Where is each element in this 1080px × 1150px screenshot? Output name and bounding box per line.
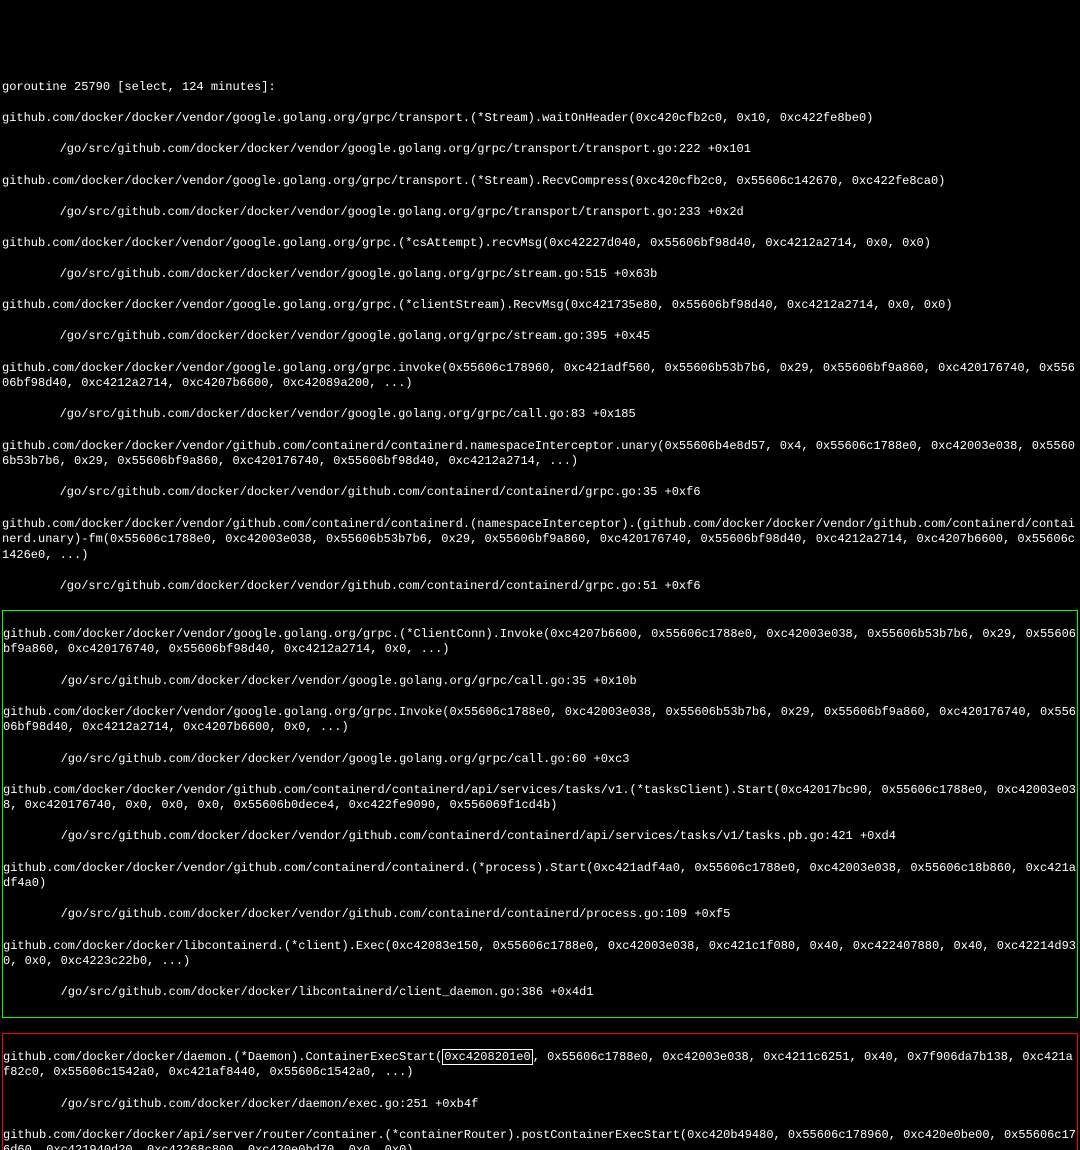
stack-line: /go/src/github.com/docker/docker/vendor/… (2, 485, 1078, 501)
highlighted-block-green: github.com/docker/docker/vendor/google.g… (2, 610, 1078, 1017)
stack-line: /go/src/github.com/docker/docker/vendor/… (3, 907, 1077, 923)
stack-line: github.com/docker/docker/vendor/google.g… (2, 361, 1078, 392)
stack-line: /go/src/github.com/docker/docker/vendor/… (3, 674, 1077, 690)
highlighted-block-red: github.com/docker/docker/daemon.(*Daemon… (2, 1033, 1078, 1150)
stack-line: /go/src/github.com/docker/docker/vendor/… (2, 407, 1078, 423)
stack-line: github.com/docker/docker/vendor/github.c… (2, 439, 1078, 470)
stack-line: /go/src/github.com/docker/docker/vendor/… (2, 205, 1078, 221)
stack-line: /go/src/github.com/docker/docker/libcont… (3, 985, 1077, 1001)
stack-line: github.com/docker/docker/vendor/google.g… (2, 298, 1078, 314)
stack-line: github.com/docker/docker/vendor/github.c… (2, 517, 1078, 564)
stack-line: /go/src/github.com/docker/docker/daemon/… (3, 1097, 1077, 1113)
stack-line: github.com/docker/docker/libcontainerd.(… (3, 939, 1077, 970)
text-prefix: github.com/docker/docker/daemon.(*Daemon… (3, 1050, 442, 1064)
stack-line: github.com/docker/docker/daemon.(*Daemon… (3, 1050, 1077, 1081)
stack-line: github.com/docker/docker/vendor/google.g… (3, 705, 1077, 736)
stack-line: github.com/docker/docker/vendor/github.c… (3, 783, 1077, 814)
stack-line: github.com/docker/docker/vendor/google.g… (2, 174, 1078, 190)
goroutine-header: goroutine 25790 [select, 124 minutes]: (2, 80, 1078, 96)
stack-line: github.com/docker/docker/vendor/google.g… (2, 111, 1078, 127)
highlighted-address: 0xc4208201e0 (442, 1049, 532, 1065)
stack-line: github.com/docker/docker/vendor/google.g… (3, 627, 1077, 658)
stack-line: github.com/docker/docker/vendor/github.c… (3, 861, 1077, 892)
stack-line: /go/src/github.com/docker/docker/vendor/… (2, 267, 1078, 283)
stack-line: /go/src/github.com/docker/docker/vendor/… (2, 329, 1078, 345)
stack-line: github.com/docker/docker/api/server/rout… (3, 1128, 1077, 1150)
stack-line: /go/src/github.com/docker/docker/vendor/… (3, 752, 1077, 768)
stack-line: /go/src/github.com/docker/docker/vendor/… (3, 829, 1077, 845)
stack-line: github.com/docker/docker/vendor/google.g… (2, 236, 1078, 252)
stack-line: /go/src/github.com/docker/docker/vendor/… (2, 579, 1078, 595)
stack-line: /go/src/github.com/docker/docker/vendor/… (2, 142, 1078, 158)
terminal-output: goroutine 25790 [select, 124 minutes]: g… (2, 64, 1078, 1150)
